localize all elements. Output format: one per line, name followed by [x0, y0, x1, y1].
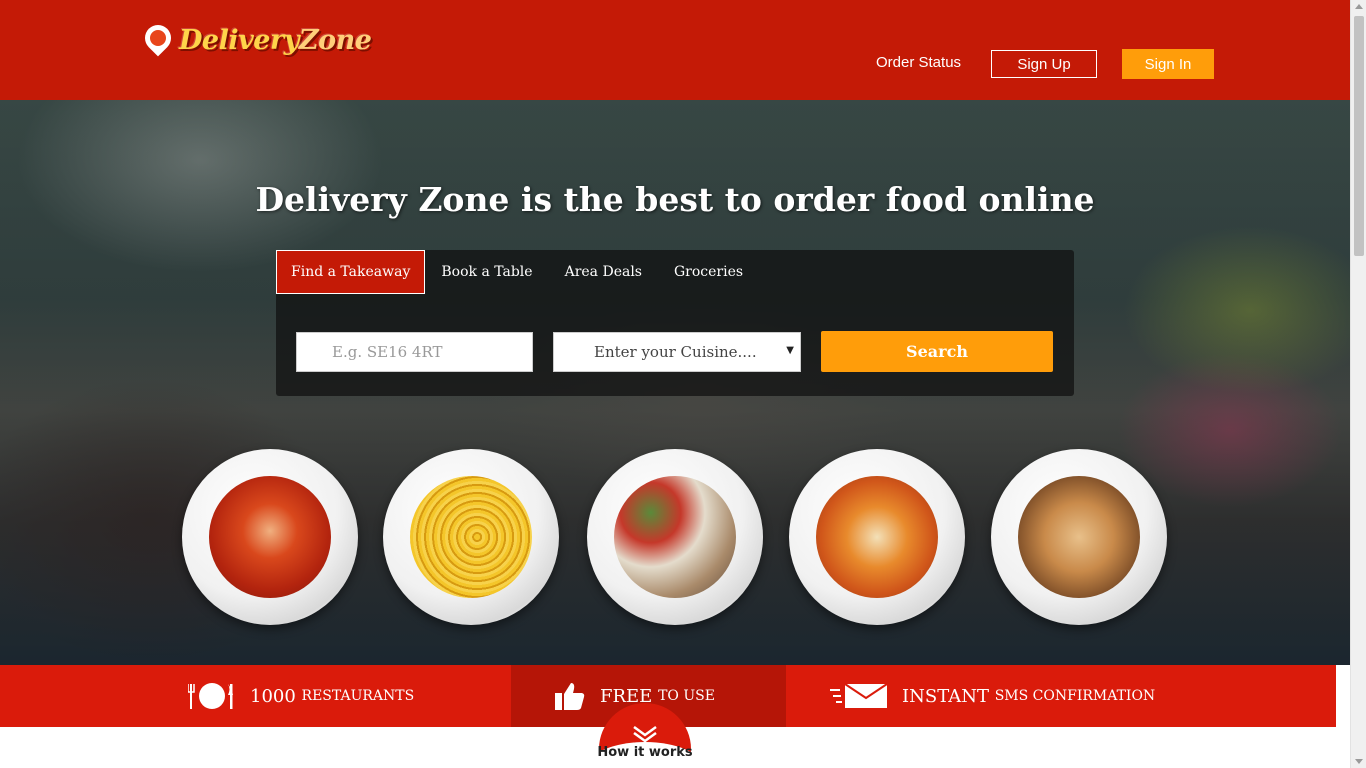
food-plate-noodles	[383, 449, 559, 625]
brand-name-part1: Delivery	[179, 24, 299, 56]
tab-book-a-table[interactable]: Book a Table	[425, 250, 548, 294]
food-image	[410, 476, 532, 598]
scroll-down-arrow-icon[interactable]	[1355, 759, 1363, 764]
cuisine-select[interactable]: Enter your Cuisine.... ▼	[553, 332, 801, 372]
brand-wordmark: DeliveryZone	[179, 24, 372, 56]
food-plate-biryani	[789, 449, 965, 625]
search-panel: Find a Takeaway Book a Table Area Deals …	[276, 250, 1074, 396]
feature-sms: INSTANT SMS CONFIRMATION	[830, 665, 1155, 727]
food-plate-kebab	[587, 449, 763, 625]
hero-title-text: Delivery Zone is the best to order food …	[255, 180, 1095, 219]
scroll-up-arrow-icon[interactable]	[1355, 4, 1363, 9]
feature-restaurants-count: 1000	[250, 685, 296, 707]
dropdown-caret-icon: ▼	[786, 345, 794, 356]
hero-title: Delivery Zone is the best to order food …	[0, 180, 1350, 219]
search-button[interactable]: Search	[821, 331, 1053, 372]
feature-restaurants-label: RESTAURANTS	[301, 688, 415, 704]
double-chevron-down-icon	[633, 725, 657, 743]
page-scrollbar[interactable]	[1350, 0, 1366, 768]
food-image	[816, 476, 938, 598]
thumbs-up-icon	[554, 681, 586, 711]
food-image	[209, 476, 331, 598]
brand-logo[interactable]: DeliveryZone	[139, 19, 372, 60]
feature-sms-title: INSTANT	[902, 685, 989, 707]
sign-in-button[interactable]: Sign In	[1122, 49, 1214, 79]
dining-plate-icon	[188, 681, 236, 711]
feature-sms-label: SMS CONFIRMATION	[994, 688, 1156, 704]
tab-groceries[interactable]: Groceries	[658, 250, 759, 294]
scrollbar-thumb[interactable]	[1354, 16, 1364, 256]
brand-name-part2: Zone	[298, 24, 372, 56]
page: DeliveryZone Order Status Sign Up Sign I…	[0, 0, 1350, 768]
cuisine-select-value: Enter your Cuisine....	[594, 343, 757, 361]
fast-mail-icon	[830, 682, 888, 710]
tab-find-a-takeaway[interactable]: Find a Takeaway	[276, 250, 426, 294]
food-image	[614, 476, 736, 598]
order-status-link[interactable]: Order Status	[876, 54, 961, 71]
postcode-input[interactable]: E.g. SE16 4RT	[296, 332, 533, 372]
hero-section: Delivery Zone is the best to order food …	[0, 100, 1350, 665]
feature-restaurants: 1000 RESTAURANTS	[188, 665, 414, 727]
tab-area-deals[interactable]: Area Deals	[549, 250, 658, 294]
sign-up-button[interactable]: Sign Up	[991, 50, 1097, 78]
food-plate-soup	[182, 449, 358, 625]
search-tabs: Find a Takeaway Book a Table Area Deals …	[276, 250, 759, 294]
food-plates	[0, 449, 1350, 625]
food-image	[1018, 476, 1140, 598]
food-plate-fried-chicken	[991, 449, 1167, 625]
how-it-works-label[interactable]: How it works	[587, 742, 703, 768]
site-header: DeliveryZone Order Status Sign Up Sign I…	[0, 0, 1350, 100]
feature-free-label: TO USE	[658, 688, 715, 704]
location-pin-icon	[139, 19, 177, 57]
